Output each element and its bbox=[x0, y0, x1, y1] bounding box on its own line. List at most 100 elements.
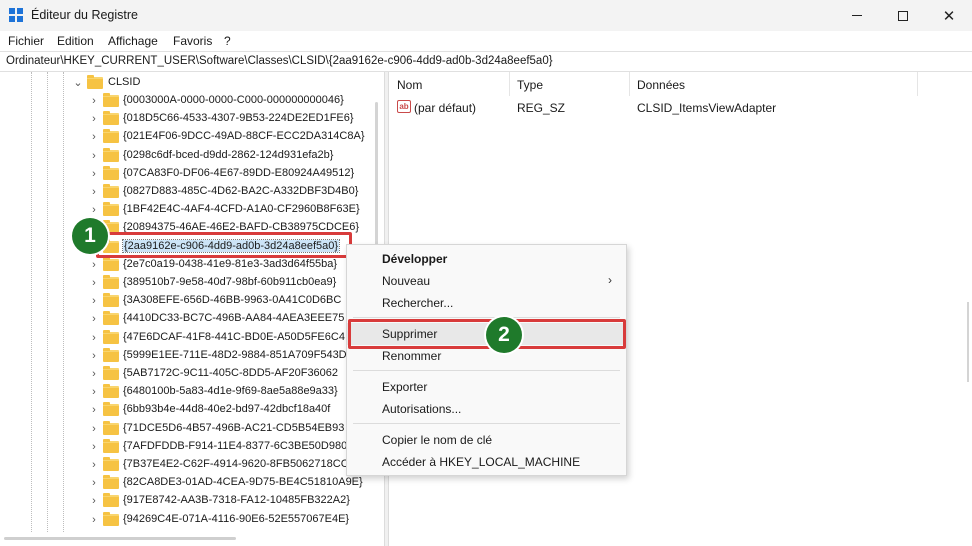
chevron-right-icon[interactable]: › bbox=[88, 168, 100, 180]
chevron-right-icon[interactable]: › bbox=[88, 441, 100, 453]
tree-item-label: {7AFDFDDB-F914-11E4-8377-6C3BE50D980 bbox=[123, 439, 348, 452]
value-data: CLSID_ItemsViewAdapter bbox=[637, 101, 777, 115]
tree-item-label: {3A308EFE-656D-46BB-9963-0A41C0D6BC bbox=[123, 294, 342, 307]
address-bar[interactable]: Ordinateur\HKEY_CURRENT_USER\Software\Cl… bbox=[0, 51, 972, 72]
chevron-right-icon[interactable]: › bbox=[88, 404, 100, 416]
column-divider[interactable] bbox=[629, 72, 630, 96]
minimize-button[interactable] bbox=[834, 0, 880, 31]
tree-item[interactable]: › {0827D883-485C-4D62-BA2C-A332DBF3D4B0} bbox=[0, 183, 384, 201]
chevron-right-icon[interactable]: › bbox=[88, 259, 100, 271]
tree-item[interactable]: › {71DCE5D6-4B57-496B-AC21-CD5B54EB93 bbox=[0, 420, 384, 438]
tree-item[interactable]: › {4410DC33-BC7C-496B-AA84-4AEA3EEE75 bbox=[0, 310, 384, 328]
tree-item-label: {47E6DCAF-41F8-441C-BD0E-A50D5FE6C4 bbox=[123, 330, 345, 343]
minimize-icon bbox=[852, 15, 862, 16]
folder-icon bbox=[103, 347, 119, 362]
chevron-right-icon[interactable]: › bbox=[88, 150, 100, 162]
list-vertical-scrollbar[interactable] bbox=[964, 72, 972, 546]
column-divider[interactable] bbox=[509, 72, 510, 96]
menu-affichage[interactable]: Affichage bbox=[108, 34, 158, 48]
address-path[interactable]: Ordinateur\HKEY_CURRENT_USER\Software\Cl… bbox=[6, 55, 553, 67]
menu-favoris[interactable]: Favoris bbox=[173, 34, 212, 48]
chevron-right-icon[interactable]: › bbox=[88, 386, 100, 398]
chevron-right-icon[interactable]: › bbox=[88, 313, 100, 325]
tree-item[interactable]: › {47E6DCAF-41F8-441C-BD0E-A50D5FE6C4 bbox=[0, 329, 384, 347]
tree-item-label: {2e7c0a19-0438-41e9-81e3-3ad3d64f55ba} bbox=[123, 257, 338, 270]
chevron-right-icon[interactable]: › bbox=[88, 459, 100, 471]
chevron-right-icon[interactable]: › bbox=[88, 186, 100, 198]
ctx-copy-key-name[interactable]: Copier le nom de clé bbox=[347, 429, 626, 451]
tree-item[interactable]: › {0003000A-0000-0000-C000-000000000046} bbox=[0, 92, 384, 110]
menu-separator bbox=[353, 317, 620, 318]
tree-item[interactable]: › {6bb93b4e-44d8-40e2-bd97-42dbcf18a40f bbox=[0, 401, 384, 419]
ctx-goto-hklm[interactable]: Accéder à HKEY_LOCAL_MACHINE bbox=[347, 451, 626, 473]
ctx-export[interactable]: Exporter bbox=[347, 376, 626, 398]
maximize-button[interactable] bbox=[880, 0, 926, 31]
tree-item[interactable]: › {018D5C66-4533-4307-9B53-224DE2ED1FE6} bbox=[0, 110, 384, 128]
folder-icon bbox=[87, 75, 103, 89]
chevron-right-icon[interactable]: › bbox=[88, 423, 100, 435]
folder-icon bbox=[103, 93, 119, 107]
ctx-develop[interactable]: Développer bbox=[347, 248, 626, 270]
tree-item[interactable]: › {82CA8DE3-01AD-4CEA-9D75-BE4C51810A9E} bbox=[0, 474, 384, 492]
tree-item[interactable]: › {5AB7172C-9C11-405C-8DD5-AF20F36062 bbox=[0, 365, 384, 383]
menu-edition[interactable]: Edition bbox=[57, 34, 94, 48]
tree-item-label: {82CA8DE3-01AD-4CEA-9D75-BE4C51810A9E} bbox=[123, 476, 363, 489]
chevron-right-icon[interactable]: › bbox=[88, 277, 100, 289]
chevron-right-icon[interactable]: › bbox=[88, 495, 100, 507]
tree-item-label: {6480100b-5a83-4d1e-9f69-8ae5a88e9a33} bbox=[123, 385, 338, 398]
chevron-right-icon[interactable]: › bbox=[88, 477, 100, 489]
tree-item-clsid[interactable]: ⌄ CLSID bbox=[0, 74, 384, 92]
tree-item-label: {0827D883-485C-4D62-BA2C-A332DBF3D4B0} bbox=[123, 185, 359, 197]
tree-item[interactable]: › {5999E1EE-711E-48D2-9884-851A709F543D bbox=[0, 347, 384, 365]
ctx-new[interactable]: Nouveau › bbox=[347, 270, 626, 292]
tree-item[interactable]: › {7AFDFDDB-F914-11E4-8377-6C3BE50D980 bbox=[0, 438, 384, 456]
ctx-search[interactable]: Rechercher... bbox=[347, 292, 626, 314]
tree-item-label: {021E4F06-9DCC-49AD-88CF-ECC2DA314C8A} bbox=[123, 130, 365, 143]
tree-item[interactable]: › {917E8742-AA3B-7318-FA12-10485FB322A2} bbox=[0, 492, 384, 510]
value-name[interactable]: (par défaut) bbox=[414, 101, 476, 115]
tree-item[interactable]: › {3A308EFE-656D-46BB-9963-0A41C0D6BC bbox=[0, 292, 384, 310]
column-header-type[interactable]: Type bbox=[517, 78, 543, 92]
chevron-right-icon[interactable]: › bbox=[88, 514, 100, 526]
key-tree[interactable]: ⌄ CLSID › {0003000A-0000-0000-C000-000000… bbox=[0, 72, 384, 542]
menu-help[interactable]: ? bbox=[224, 34, 231, 48]
folder-icon bbox=[103, 311, 119, 326]
chevron-right-icon[interactable]: › bbox=[88, 350, 100, 362]
tree-item[interactable]: › {2e7c0a19-0438-41e9-81e3-3ad3d64f55ba} bbox=[0, 256, 384, 274]
scrollbar-thumb[interactable] bbox=[4, 537, 236, 540]
chevron-right-icon[interactable]: › bbox=[88, 113, 100, 125]
tree-item[interactable]: › {07CA83F0-DF06-4E67-89DD-E80924A49512} bbox=[0, 165, 384, 183]
folder-icon bbox=[103, 402, 119, 417]
column-header-name[interactable]: Nom bbox=[397, 78, 422, 92]
chevron-right-icon[interactable]: › bbox=[88, 332, 100, 344]
tree-item[interactable]: › {7B37E4E2-C62F-4914-9620-8FB5062718CC bbox=[0, 456, 384, 474]
column-divider[interactable] bbox=[917, 72, 918, 96]
tree-item[interactable]: › {021E4F06-9DCC-49AD-88CF-ECC2DA314C8A} bbox=[0, 128, 384, 146]
scrollbar-thumb[interactable] bbox=[967, 302, 969, 382]
chevron-right-icon[interactable]: › bbox=[88, 131, 100, 143]
chevron-down-icon[interactable]: ⌄ bbox=[72, 77, 84, 89]
tree-item[interactable]: › {1BF42E4C-4AF4-4CFD-A1A0-CF2960B8F63E} bbox=[0, 201, 384, 219]
tree-item[interactable]: › {6480100b-5a83-4d1e-9f69-8ae5a88e9a33} bbox=[0, 383, 384, 401]
selected-key-highlight bbox=[96, 232, 352, 258]
tree-item-label: {0298c6df-bced-d9dd-2862-124d931efa2b} bbox=[123, 148, 334, 161]
chevron-right-icon[interactable]: › bbox=[88, 368, 100, 380]
chevron-right-icon: › bbox=[608, 273, 612, 287]
chevron-right-icon[interactable]: › bbox=[88, 95, 100, 107]
close-button[interactable]: ✕ bbox=[926, 0, 972, 31]
maximize-icon bbox=[898, 10, 908, 21]
folder-icon bbox=[103, 275, 119, 289]
tree-item[interactable]: › {0298c6df-bced-d9dd-2862-124d931efa2b} bbox=[0, 147, 384, 165]
tree-item[interactable]: › {94269C4E-071A-4116-90E6-52E557067E4E} bbox=[0, 511, 384, 529]
chevron-right-icon[interactable]: › bbox=[88, 204, 100, 216]
chevron-right-icon[interactable]: › bbox=[88, 295, 100, 307]
tree-horizontal-scrollbar[interactable] bbox=[0, 533, 384, 546]
ctx-permissions[interactable]: Autorisations... bbox=[347, 398, 626, 420]
tree-item-label: {917E8742-AA3B-7318-FA12-10485FB322A2} bbox=[123, 494, 350, 507]
menu-fichier[interactable]: Fichier bbox=[8, 34, 44, 48]
folder-icon bbox=[103, 184, 119, 198]
registry-editor-icon bbox=[9, 8, 23, 22]
tree-item-label: {7B37E4E2-C62F-4914-9620-8FB5062718CC bbox=[123, 458, 349, 470]
tree-item[interactable]: › {389510b7-9e58-40d7-98bf-60b911cb0ea9} bbox=[0, 274, 384, 292]
column-header-data[interactable]: Données bbox=[637, 78, 685, 92]
